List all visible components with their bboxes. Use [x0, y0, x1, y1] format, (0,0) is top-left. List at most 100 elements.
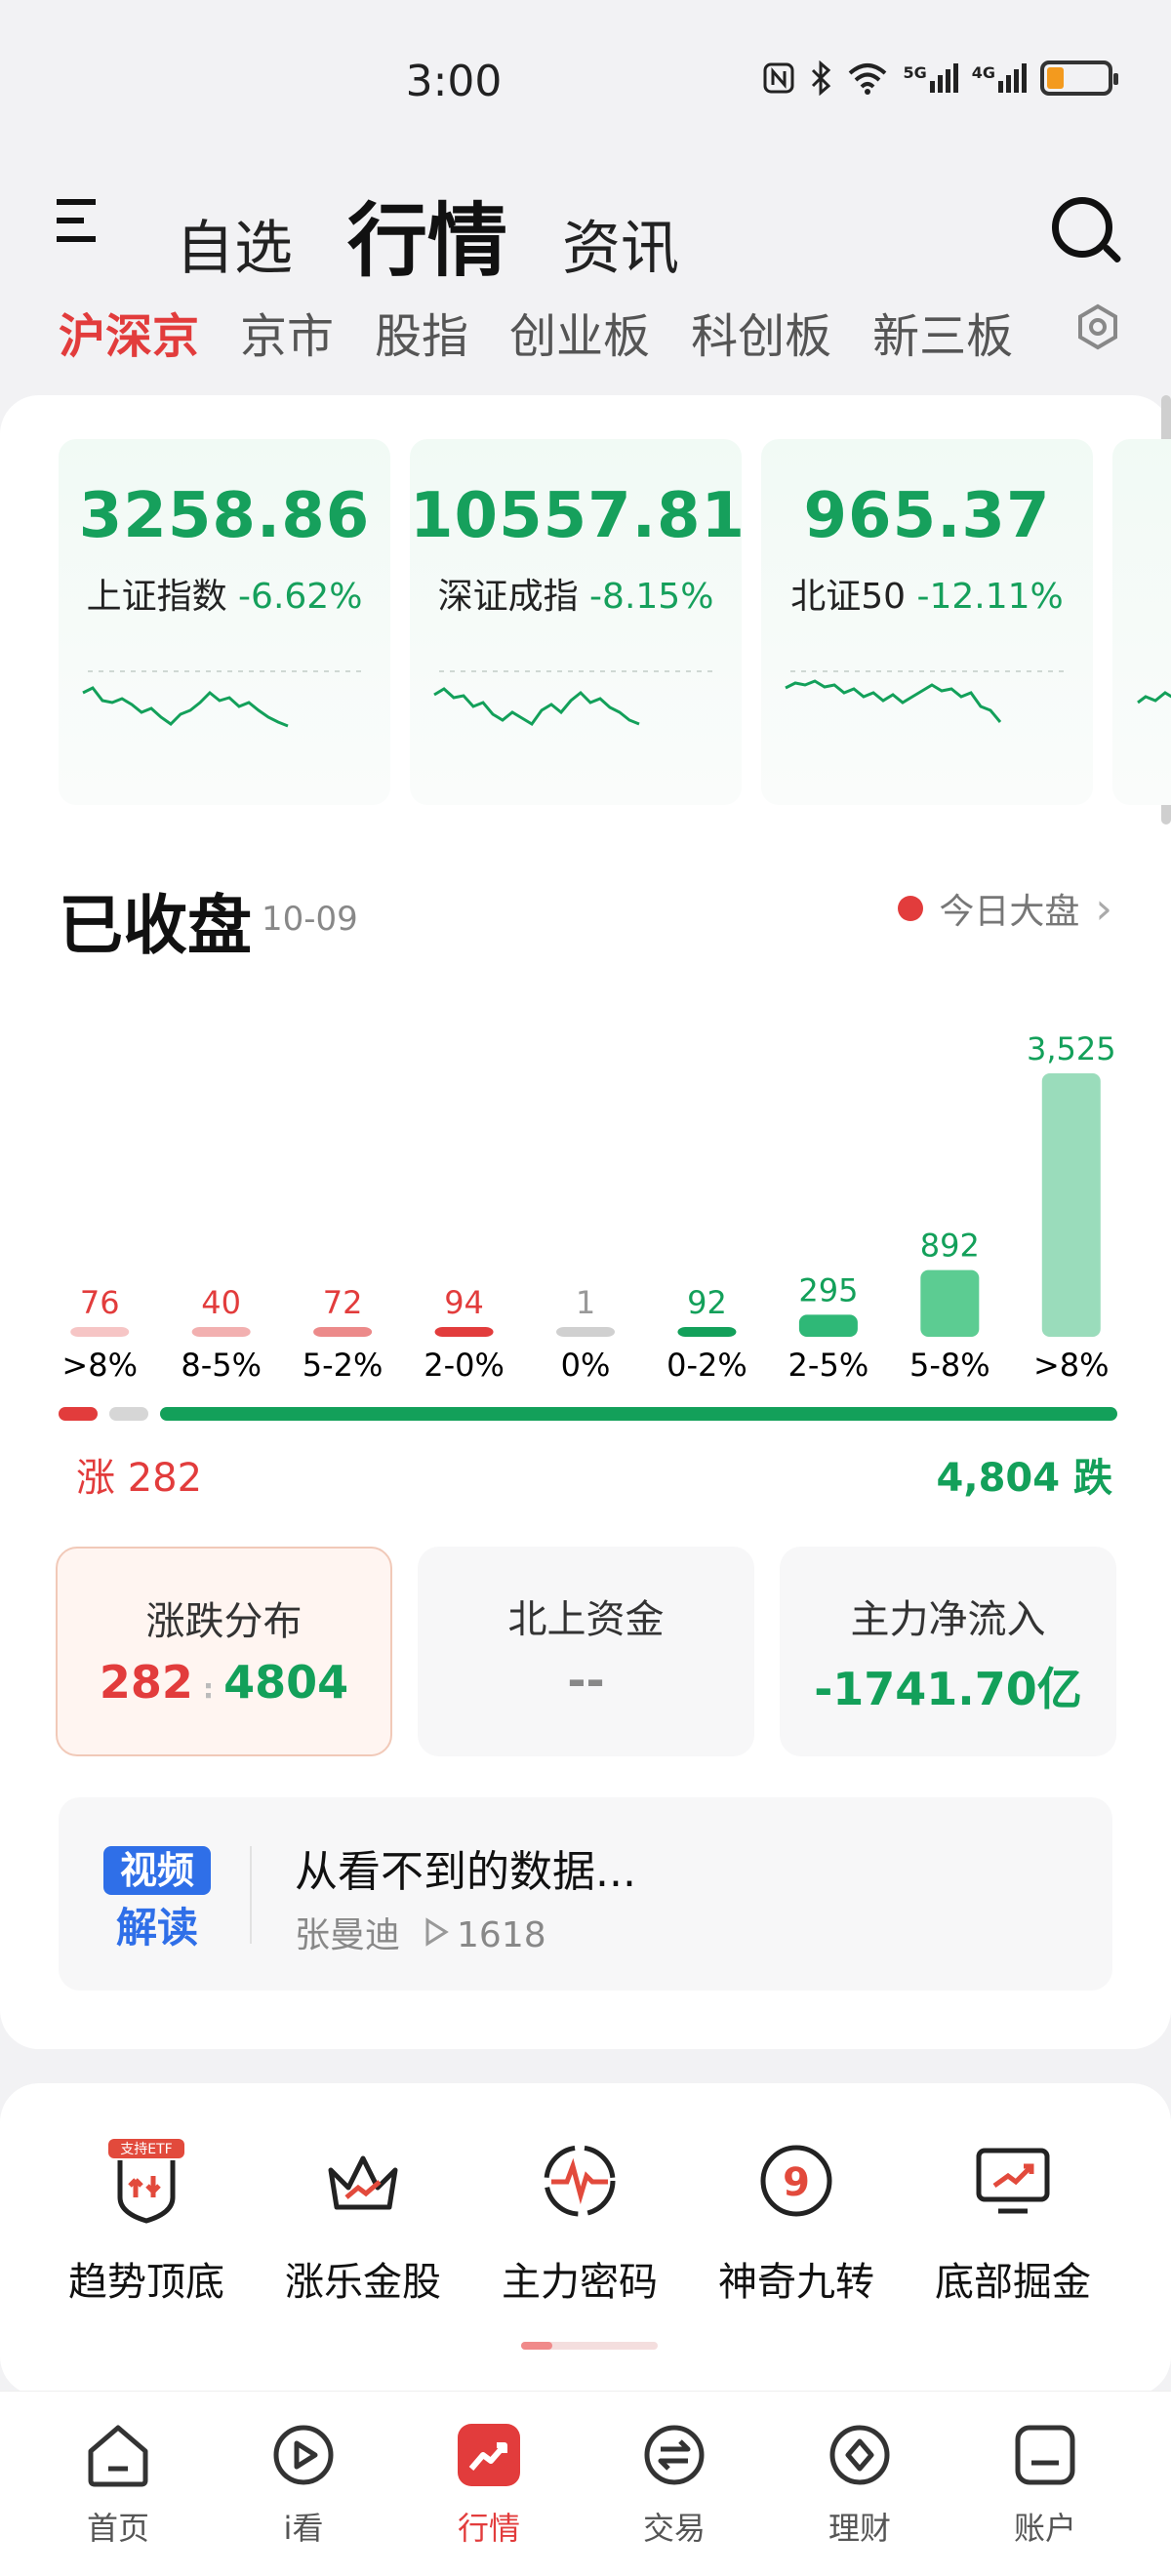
- nav-market[interactable]: 行情: [411, 2420, 567, 2549]
- ratio-rise: [59, 1407, 98, 1421]
- bar-8: [1041, 1073, 1101, 1337]
- bar-1: [191, 1327, 251, 1337]
- nav-finance[interactable]: 理财: [782, 2420, 938, 2549]
- bar-value-2: 72: [323, 1284, 363, 1321]
- stat-value: -1741.70亿: [814, 1663, 1082, 1715]
- bar-category-2: 5-2%: [303, 1347, 384, 1384]
- index-card-sz[interactable]: 10557.81 深证成指 -8.15%: [410, 439, 742, 805]
- ratio-flat: [109, 1407, 148, 1421]
- bar-value-4: 1: [576, 1284, 595, 1321]
- fall-number: 4804: [223, 1656, 349, 1709]
- stat-value: --: [567, 1654, 605, 1707]
- monitor-trend-icon: [976, 2148, 1050, 2214]
- subtab-chinext[interactable]: 创业板: [509, 298, 650, 366]
- tool-label: 底部掘金: [935, 2260, 1091, 2305]
- index-sparkline: [785, 670, 1064, 723]
- bar-value-1: 40: [201, 1284, 241, 1321]
- today-market-label: 今日大盘: [939, 892, 1080, 932]
- nav-label: 理财: [828, 2510, 891, 2547]
- video-meta: 张曼迪 1618: [295, 1907, 546, 1957]
- play-count-icon: [425, 1917, 449, 1947]
- rise-fall-distribution-card[interactable]: 涨跌分布 282:4804: [56, 1547, 392, 1756]
- tool-trend-top-bottom[interactable]: 支持ETF 趋势顶底: [39, 2137, 254, 2307]
- index-card-sh[interactable]: 3258.86 上证指数 -6.62%: [59, 439, 390, 805]
- nav-iwatch[interactable]: i看: [225, 2420, 382, 2549]
- tab-market[interactable]: 行情: [347, 176, 507, 292]
- nine-circle-icon: 9: [760, 2145, 832, 2217]
- menu-icon[interactable]: [57, 195, 101, 259]
- nav-trade[interactable]: 交易: [596, 2420, 752, 2549]
- video-title: 从看不到的数据...: [295, 1847, 636, 1897]
- index-change: -12.11%: [916, 577, 1064, 617]
- index-value: 965.37: [803, 480, 1051, 552]
- nav-home[interactable]: 首页: [40, 2420, 196, 2549]
- live-dot-icon: [898, 896, 924, 921]
- nav-label: 行情: [457, 2510, 520, 2547]
- sub-tabs: 沪深京 京市 股指 创业板 科创板 新三板: [59, 298, 1013, 366]
- subtab-index-futures[interactable]: 股指: [375, 298, 468, 366]
- index-card-bj50[interactable]: 965.37 北证50 -12.11%: [761, 439, 1093, 805]
- index-name: 北证50: [790, 577, 907, 617]
- index-change: -8.15%: [589, 577, 714, 617]
- trend-top-bottom-icon: 支持ETF: [108, 2139, 184, 2224]
- bar-7: [920, 1269, 980, 1337]
- bar-category-1: 8-5%: [181, 1347, 262, 1384]
- search-icon[interactable]: [1052, 197, 1112, 258]
- nfc-icon: [763, 62, 794, 94]
- tool-zhangle-gold-stocks[interactable]: 涨乐金股: [256, 2137, 470, 2307]
- 4g-signal-icon: 4G: [972, 63, 1027, 93]
- settings-icon[interactable]: [1073, 302, 1122, 351]
- tools-page-indicator: [521, 2342, 658, 2350]
- trade-icon: [644, 2425, 705, 2485]
- index-card-partial[interactable]: [1112, 439, 1171, 805]
- status-icons: 5G 4G: [762, 60, 1118, 96]
- index-name: 深证成指: [437, 577, 579, 617]
- index-sparkline: [1137, 691, 1171, 704]
- bar-category-3: 2-0%: [424, 1347, 505, 1384]
- bar-value-0: 76: [80, 1284, 120, 1321]
- stat-title: 主力净流入: [850, 1597, 1046, 1642]
- account-icon: [1015, 2425, 1075, 2485]
- video-badge-bottom: 解读: [116, 1904, 198, 1952]
- subtab-neeq[interactable]: 新三板: [872, 298, 1013, 366]
- subtab-bj[interactable]: 京市: [240, 298, 334, 366]
- video-author: 张曼迪: [295, 1915, 401, 1955]
- tool-bottom-mining[interactable]: 底部掘金: [906, 2137, 1120, 2307]
- bar-category-4: 0%: [561, 1347, 611, 1384]
- bar-4: [556, 1327, 615, 1337]
- subtab-star[interactable]: 科创板: [691, 298, 831, 366]
- net1-label: 5G: [903, 63, 927, 82]
- bar-value-3: 94: [444, 1284, 484, 1321]
- nav-account[interactable]: 账户: [967, 2420, 1123, 2549]
- wifi-icon: [849, 63, 887, 95]
- tool-magic-nine[interactable]: 9 神奇九转: [689, 2137, 904, 2307]
- video-badge-icon: 视频 解读: [103, 1846, 211, 1952]
- stat-title: 涨跌分布: [145, 1599, 303, 1644]
- bar-5: [677, 1327, 737, 1337]
- northbound-capital-card[interactable]: 北上资金 --: [418, 1547, 754, 1756]
- bar-category-6: 2-5%: [788, 1347, 869, 1384]
- tool-main-force-code[interactable]: 主力密码: [472, 2137, 687, 2307]
- market-date: 10-09: [262, 900, 358, 939]
- bar-value-5: 92: [687, 1284, 727, 1321]
- bar-value-6: 295: [798, 1271, 858, 1308]
- bar-0: [70, 1327, 130, 1337]
- bar-6: [798, 1314, 858, 1337]
- play-icon: [273, 2425, 334, 2485]
- tool-label: 主力密码: [502, 2260, 658, 2305]
- video-badge-top: 视频: [120, 1849, 194, 1892]
- index-label: 深证成指 -8.15%: [410, 568, 742, 619]
- subtab-hsj[interactable]: 沪深京: [59, 298, 199, 366]
- tab-watchlist[interactable]: 自选: [176, 201, 293, 286]
- index-name: 上证指数: [86, 577, 227, 617]
- today-market-link[interactable]: 今日大盘 ›: [898, 883, 1112, 934]
- video-interpretation-card[interactable]: 视频 解读 从看不到的数据... 张曼迪 1618: [59, 1797, 1112, 1991]
- tab-news[interactable]: 资讯: [562, 201, 679, 286]
- stat-title: 北上资金: [507, 1597, 665, 1642]
- chevron-right-icon: ›: [1095, 883, 1112, 934]
- ratio-fall: [160, 1407, 1117, 1421]
- bar-value-8: 3,525: [1027, 1030, 1116, 1067]
- nav-label: 账户: [1013, 2510, 1076, 2547]
- nav-label: 交易: [642, 2510, 706, 2547]
- main-net-inflow-card[interactable]: 主力净流入 -1741.70亿: [780, 1547, 1116, 1756]
